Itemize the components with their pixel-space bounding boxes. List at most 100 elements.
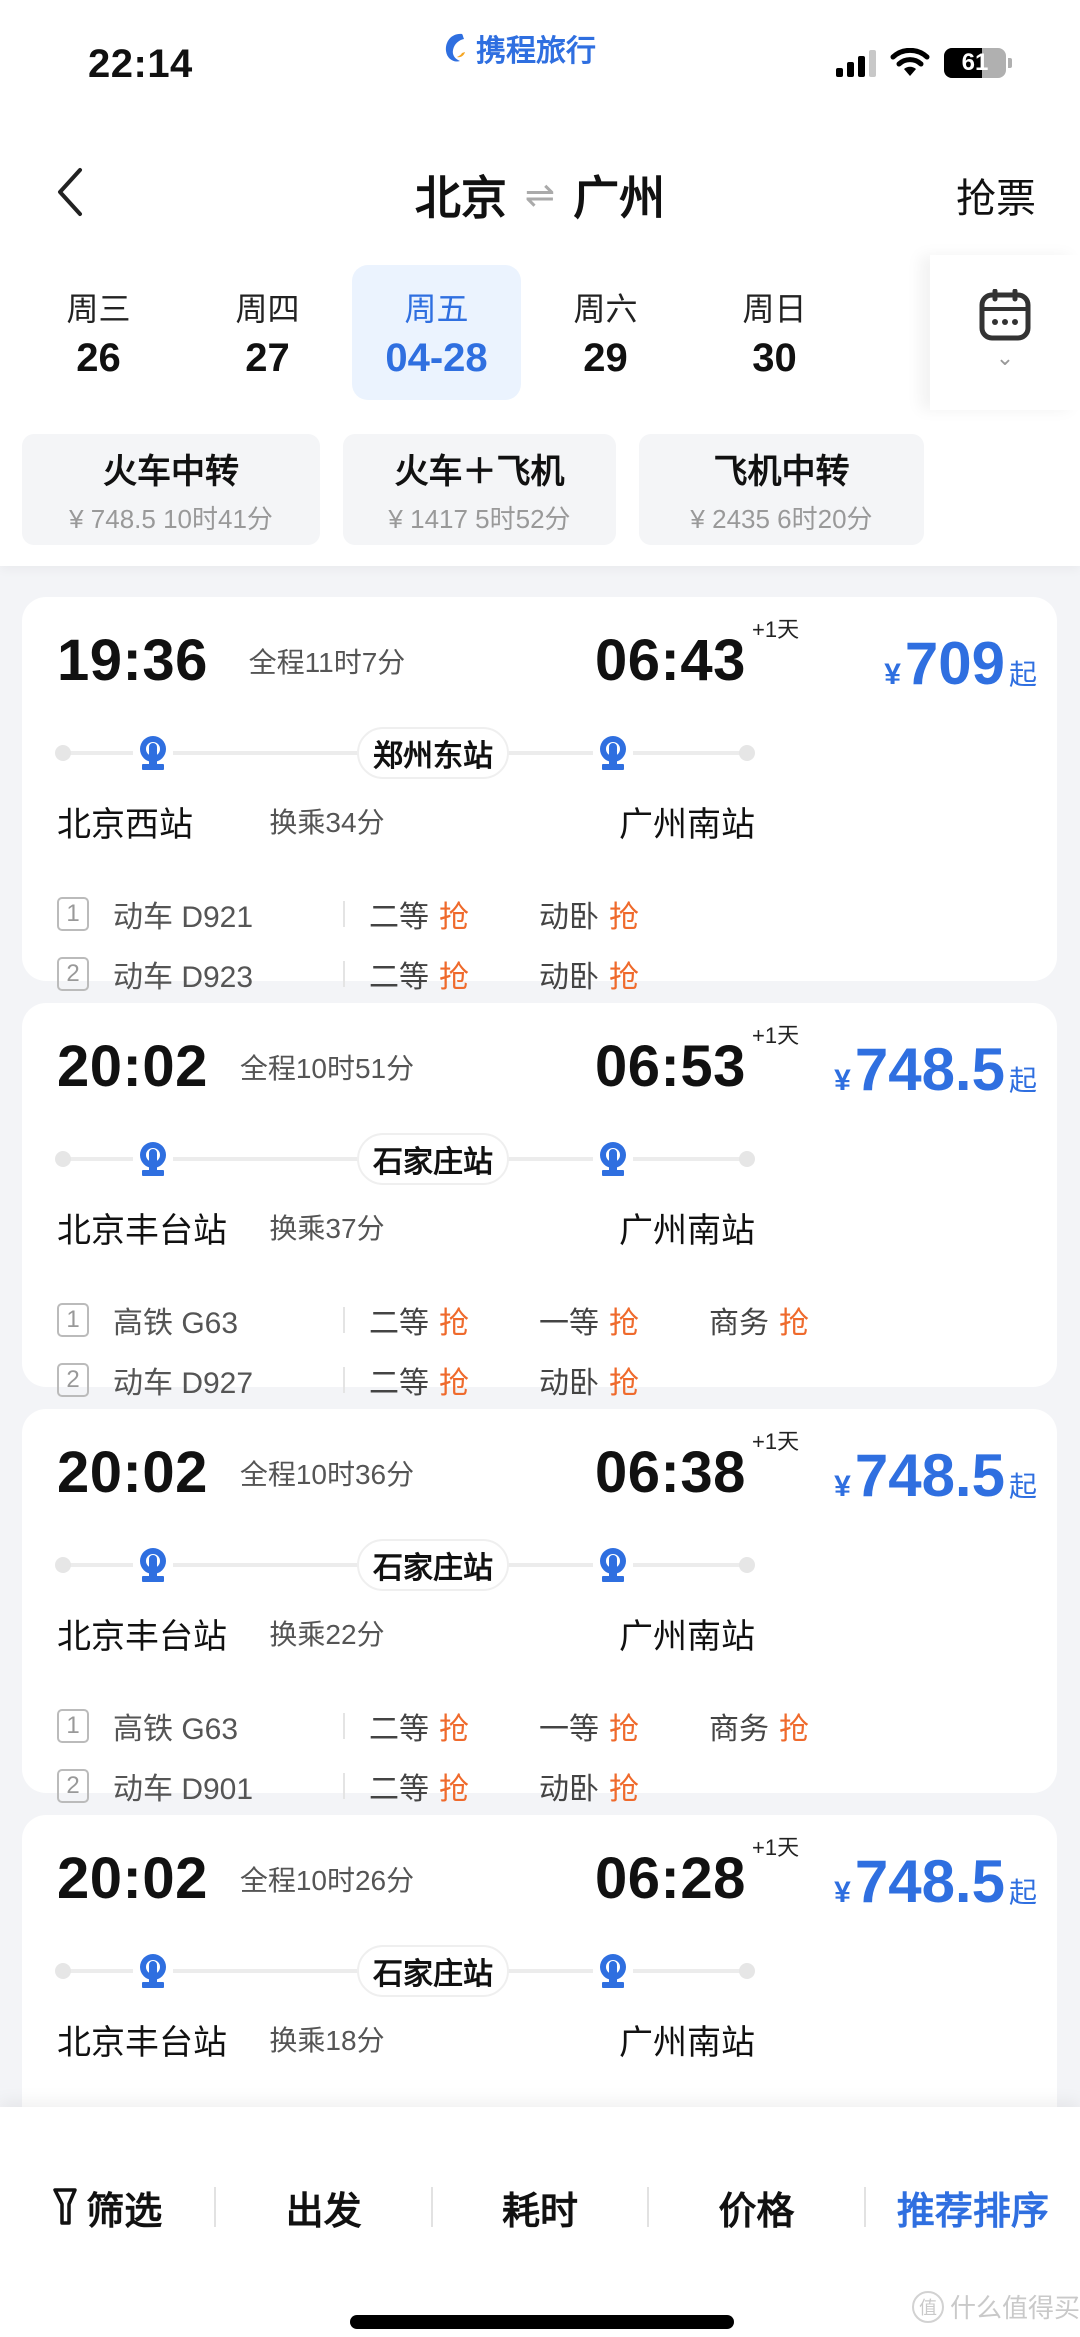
train-leg-row[interactable]: 1高铁 G63二等抢一等抢商务抢 — [57, 1696, 879, 1756]
railway-icon — [133, 733, 173, 773]
departure-station: 北京丰台站 — [57, 2024, 227, 2062]
result-card[interactable]: 19:36 全程11时7分 06:43 +1天 ¥709 起郑州东站 北京西站 换乘34分 广州… — [22, 597, 1057, 994]
leg-index-badge: 1 — [57, 897, 89, 931]
result-card[interactable]: 20:02 全程10时36分 06:38 +1天 ¥748.5 起石家庄站 北京丰台站 换乘2… — [22, 1409, 1057, 1806]
transfer-option-chip[interactable]: 飞机中转 ¥ 2435 6时20分 — [639, 434, 924, 545]
status-time: 22:14 — [88, 42, 193, 86]
transfer-option-chip[interactable]: 火车＋飞机 ¥ 1417 5时52分 — [343, 434, 616, 545]
result-card[interactable]: 20:02 全程10时51分 06:53 +1天 ¥748.5 起石家庄站 北京丰台站 换乘3… — [22, 1003, 1057, 1400]
watermark-text: 什么值得买 — [950, 2293, 1080, 2323]
sort-price[interactable]: 价格 — [649, 2180, 863, 2235]
seat-class[interactable]: 二等抢 — [369, 1298, 539, 1342]
status-icons: 61 — [836, 48, 1012, 78]
filter-button[interactable]: 筛选 — [0, 2180, 214, 2235]
divider — [343, 961, 345, 987]
seat-class-label: 二等 — [369, 1713, 429, 1746]
sort-recommended[interactable]: 推荐排序 — [866, 2180, 1080, 2235]
seat-class-label: 二等 — [369, 901, 429, 934]
price-suffix: 起 — [1008, 1065, 1037, 1096]
origin-city[interactable]: 北京 — [415, 162, 507, 228]
grab-ticket-button[interactable]: 抢 — [609, 901, 639, 934]
grab-ticket-button[interactable]: 抢 — [439, 1773, 469, 1806]
seat-class[interactable]: 二等抢 — [369, 1358, 539, 1402]
railway-icon — [133, 1139, 173, 1179]
train-leg-row[interactable]: 2 动车 D901 二等抢动卧抢 — [57, 1756, 879, 1816]
brand-name: 携程旅行 — [476, 35, 596, 68]
railway-icon — [593, 1545, 633, 1585]
calendar-button[interactable]: ⌄ — [930, 255, 1080, 410]
price-value: 709 — [904, 630, 1005, 697]
departure-time: 20:02 — [57, 1034, 208, 1099]
train-leg-row[interactable]: 2 动车 D923 二等抢动卧抢 — [57, 944, 709, 1004]
date-tab[interactable]: 周四 27 — [183, 265, 352, 400]
seat-class-label: 商务 — [709, 1307, 769, 1340]
train-legs: 1 动车 D921 二等抢动卧抢 2 动车 D923 二等抢动卧抢 — [57, 884, 709, 1004]
seat-class[interactable]: 二等抢 — [369, 1764, 539, 1808]
seat-class[interactable]: 动卧抢 — [539, 1764, 709, 1808]
transfer-option-chip[interactable]: 火车中转 ¥ 748.5 10时41分 — [22, 434, 320, 545]
seat-class[interactable]: 二等抢 — [369, 892, 539, 936]
date-tab[interactable]: 周五 04-28 — [352, 265, 521, 400]
origin-dot — [55, 1151, 71, 1167]
grab-ticket-button[interactable]: 抢 — [609, 1307, 639, 1340]
seat-class-label: 动卧 — [539, 961, 599, 994]
route-track: 郑州东站 — [55, 727, 755, 779]
seat-class-label: 动卧 — [539, 901, 599, 934]
date-tab[interactable]: 周日 30 — [690, 265, 859, 400]
next-day-badge: +1天 — [752, 617, 800, 642]
home-indicator[interactable] — [350, 2315, 734, 2329]
grab-tickets-button[interactable]: 抢票 — [956, 166, 1036, 224]
route-track: 石家庄站 — [55, 1945, 755, 1997]
next-day-badge: +1天 — [752, 1429, 800, 1454]
seat-class[interactable]: 一等抢 — [539, 1298, 709, 1342]
arrival-station: 广州南站 — [619, 1618, 755, 1656]
route-title: 北京 ⇌ 广州 — [0, 162, 1080, 228]
destination-dot — [739, 1557, 755, 1573]
seat-class[interactable]: 动卧抢 — [539, 1358, 709, 1402]
date-tab[interactable]: 周六 29 — [521, 265, 690, 400]
seat-class-label: 动卧 — [539, 1773, 599, 1806]
date-tab[interactable]: 周三 26 — [14, 265, 183, 400]
price: ¥748.5 起 — [834, 1035, 1037, 1104]
price-value: 748.5 — [854, 1036, 1005, 1103]
origin-dot — [55, 1557, 71, 1573]
train-number: 动车 D927 — [113, 1367, 254, 1400]
seat-class[interactable]: 一等抢 — [539, 1704, 709, 1748]
date-strip: 周三 26 周四 27 周五 04-28 周六 29 周日 30 — [14, 265, 859, 400]
grab-ticket-button[interactable]: 抢 — [609, 1367, 639, 1400]
seat-class[interactable]: 动卧抢 — [539, 892, 709, 936]
sort-duration[interactable]: 耗时 — [433, 2180, 647, 2235]
grab-ticket-button[interactable]: 抢 — [439, 961, 469, 994]
grab-ticket-button[interactable]: 抢 — [439, 1307, 469, 1340]
chip-subtitle: ¥ 2435 6时20分 — [690, 503, 873, 534]
next-day-badge: +1天 — [752, 1835, 800, 1860]
seat-class[interactable]: 商务抢 — [709, 1298, 879, 1342]
grab-ticket-button[interactable]: 抢 — [609, 1713, 639, 1746]
grab-ticket-button[interactable]: 抢 — [779, 1307, 809, 1340]
total-duration: 全程10时26分 — [239, 1865, 415, 1896]
train-leg-row[interactable]: 1 动车 D921 二等抢动卧抢 — [57, 884, 709, 944]
seat-class[interactable]: 商务抢 — [709, 1704, 879, 1748]
transfer-station: 石家庄站 — [357, 1945, 509, 1997]
seat-class[interactable]: 二等抢 — [369, 952, 539, 996]
train-leg-row[interactable]: 1高铁 G63二等抢一等抢商务抢 — [57, 1290, 879, 1350]
grab-ticket-button[interactable]: 抢 — [609, 1773, 639, 1806]
grab-ticket-button[interactable]: 抢 — [439, 901, 469, 934]
destination-city[interactable]: 广州 — [573, 162, 665, 228]
calendar-icon — [979, 289, 1031, 341]
chip-title: 火车中转 — [103, 452, 239, 491]
grab-ticket-button[interactable]: 抢 — [779, 1713, 809, 1746]
sort-departure[interactable]: 出发 — [216, 2180, 430, 2235]
seat-class-label: 二等 — [369, 1773, 429, 1806]
seat-class[interactable]: 动卧抢 — [539, 952, 709, 996]
grab-ticket-button[interactable]: 抢 — [439, 1713, 469, 1746]
swap-arrows-icon[interactable]: ⇌ — [525, 174, 555, 216]
grab-ticket-button[interactable]: 抢 — [439, 1367, 469, 1400]
price: ¥709 起 — [884, 629, 1037, 698]
grab-ticket-button[interactable]: 抢 — [609, 961, 639, 994]
price-suffix: 起 — [1008, 659, 1037, 690]
train-leg-row[interactable]: 2 动车 D927 二等抢动卧抢 — [57, 1350, 879, 1410]
seat-class[interactable]: 二等抢 — [369, 1704, 539, 1748]
leg-index-badge: 2 — [57, 1363, 89, 1397]
wifi-icon — [890, 48, 930, 76]
